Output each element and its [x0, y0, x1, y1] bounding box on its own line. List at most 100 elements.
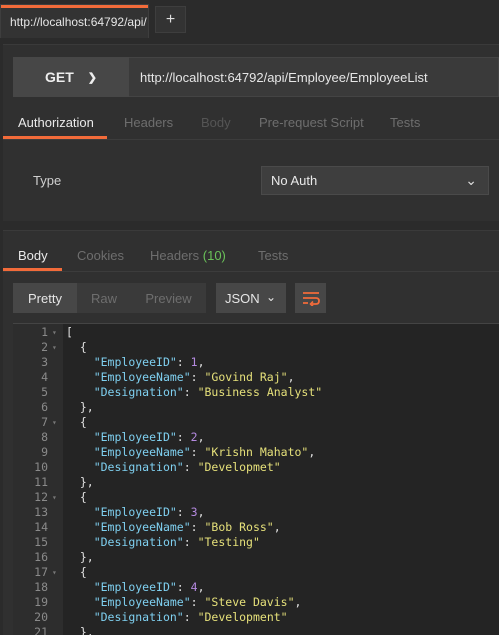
code-line: 16 }, [13, 550, 499, 565]
code-line: 11 }, [13, 475, 499, 490]
wrap-lines-icon [302, 292, 320, 306]
fold-arrow-icon[interactable]: ▾ [52, 325, 57, 340]
code-line: 5 "Designation": "Business Analyst" [13, 385, 499, 400]
code-line: 10 "Designation": "Developmet" [13, 460, 499, 475]
code-line: 13 "EmployeeID": 3, [13, 505, 499, 520]
code-text: "EmployeeID": 2, [93, 430, 205, 444]
tab-headers[interactable]: Headers [124, 115, 173, 130]
auth-type-value: No Auth [271, 173, 318, 188]
code-text: "EmployeeID": 3, [93, 505, 205, 519]
code-line: 2 ▾ { [13, 340, 499, 355]
response-body-editor[interactable]: 1 ▾[2 ▾ {3 "EmployeeID": 1, 4 "EmployeeName… [13, 323, 499, 635]
line-number: 6 [41, 400, 48, 414]
code-text: "EmployeeID": 4, [93, 580, 205, 594]
request-tab[interactable]: http://localhost:64792/api/ [0, 4, 149, 38]
format-select[interactable]: JSON ⌄ [216, 283, 286, 313]
code-line: 6 }, [13, 400, 499, 415]
line-number: 17 [34, 565, 48, 579]
code-text: }, [66, 550, 94, 564]
fold-arrow-icon[interactable]: ▾ [52, 565, 57, 580]
code-line: 7 ▾ { [13, 415, 499, 430]
view-mode-group: Pretty Raw Preview [13, 283, 206, 313]
code-text: { [66, 340, 87, 354]
raw-button[interactable]: Raw [77, 283, 131, 313]
code-line: 4 "EmployeeName": "Govind Raj", [13, 370, 499, 385]
code-text: }, [66, 400, 94, 414]
wrap-lines-button[interactable] [295, 283, 326, 313]
code-line: 12 ▾ { [13, 490, 499, 505]
code-line: 1 ▾ [ [13, 325, 499, 340]
code-line: 3 "EmployeeID": 1, [13, 355, 499, 370]
code-text: "EmployeeName": "Govind Raj", [93, 370, 295, 384]
tab-authorization[interactable]: Authorization [18, 115, 94, 130]
code-line: 15 "Designation": "Testing" [13, 535, 499, 550]
response-tab-tests[interactable]: Tests [258, 248, 288, 263]
pretty-button[interactable]: Pretty [13, 283, 77, 313]
method-label: GET [45, 69, 74, 85]
code-text: [ [66, 325, 73, 339]
code-text: "EmployeeName": "Steve Davis", [93, 595, 302, 609]
response-tab-headers-label: Headers [150, 248, 200, 263]
line-number: 12 [34, 490, 48, 504]
chevron-down-icon: ⌄ [265, 290, 276, 304]
line-number: 19 [34, 595, 48, 609]
tab-pre-request-script[interactable]: Pre-request Script [259, 115, 364, 130]
chevron-down-icon: ❯ [87, 71, 97, 84]
line-number: 13 [34, 505, 48, 519]
line-number: 2 [41, 340, 48, 354]
response-tab-headers[interactable]: Headers (10) [150, 248, 226, 263]
line-number: 15 [34, 535, 48, 549]
new-tab-button[interactable]: + [155, 6, 186, 33]
code-text: "Designation": "Testing" [93, 535, 260, 549]
code-text: }, [66, 475, 94, 489]
tab-body[interactable]: Body [201, 115, 231, 130]
line-number: 9 [41, 445, 48, 459]
code-text: "EmployeeID": 1, [93, 355, 205, 369]
line-number: 14 [34, 520, 48, 534]
code-text: "Designation": "Development" [93, 610, 288, 624]
line-number: 11 [34, 475, 48, 489]
code-line: 19 "EmployeeName": "Steve Davis", [13, 595, 499, 610]
auth-type-select[interactable]: No Auth ⌄ [261, 166, 489, 195]
code-text: { [66, 565, 87, 579]
code-line: 8 "EmployeeID": 2, [13, 430, 499, 445]
code-lines: 1 ▾[2 ▾ {3 "EmployeeID": 1, 4 "EmployeeName… [13, 325, 499, 635]
divider [3, 271, 499, 272]
code-text: "Designation": "Developmet" [93, 460, 281, 474]
code-text: { [66, 490, 87, 504]
url-input[interactable]: http://localhost:64792/api/Employee/Empl… [140, 70, 428, 85]
line-number: 18 [34, 580, 48, 594]
tab-bar: http://localhost:64792/api/ + [0, 0, 499, 38]
tab-tests[interactable]: Tests [390, 115, 420, 130]
line-number: 7 [41, 415, 48, 429]
code-text: "EmployeeName": "Bob Ross", [93, 520, 281, 534]
code-text: { [66, 415, 87, 429]
line-number: 3 [41, 355, 48, 369]
divider [3, 139, 499, 140]
line-number: 1 [41, 325, 48, 339]
line-number: 4 [41, 370, 48, 384]
fold-arrow-icon[interactable]: ▾ [52, 490, 57, 505]
code-text: "Designation": "Business Analyst" [93, 385, 323, 399]
line-number: 10 [34, 460, 48, 474]
code-line: 20 "Designation": "Development" [13, 610, 499, 625]
code-text: "EmployeeName": "Krishn Mahato", [93, 445, 316, 459]
fold-arrow-icon[interactable]: ▾ [52, 340, 57, 355]
code-line: 14 "EmployeeName": "Bob Ross", [13, 520, 499, 535]
code-line: 18 "EmployeeID": 4, [13, 580, 499, 595]
response-tab-cookies[interactable]: Cookies [77, 248, 124, 263]
code-line: 17 ▾ { [13, 565, 499, 580]
headers-count-badge: (10) [202, 248, 226, 263]
line-number: 16 [34, 550, 48, 564]
auth-type-label: Type [33, 173, 62, 188]
line-number: 20 [34, 610, 48, 624]
format-value: JSON [225, 290, 260, 306]
preview-button[interactable]: Preview [131, 283, 206, 313]
method-select[interactable]: GET ❯ [13, 57, 129, 97]
line-number: 5 [41, 385, 48, 399]
response-tab-body[interactable]: Body [18, 248, 48, 263]
fold-arrow-icon[interactable]: ▾ [52, 415, 57, 430]
request-tab-title: http://localhost:64792/api/ [10, 14, 147, 29]
chevron-down-icon: ⌄ [465, 172, 477, 188]
line-number: 8 [41, 430, 48, 444]
